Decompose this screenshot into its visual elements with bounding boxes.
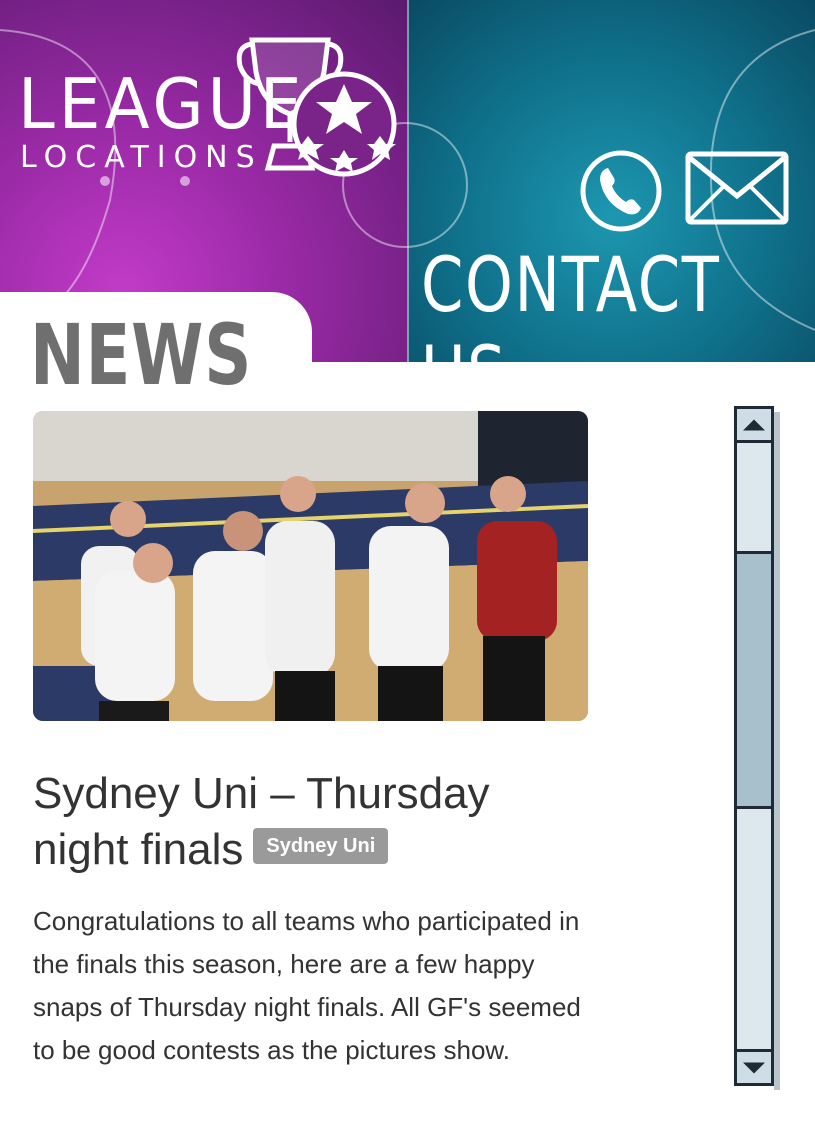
scrollbar[interactable] (734, 406, 774, 1086)
trophy-ball-icon (236, 37, 397, 177)
mail-icon[interactable] (684, 150, 790, 226)
scrollbar-shadow (774, 412, 780, 1090)
section-title: NEWS (30, 306, 253, 404)
article-body: Congratulations to all teams who partici… (33, 906, 581, 1065)
scroll-up-button[interactable] (737, 409, 771, 443)
article-title[interactable]: Sydney Uni – Thursday night finals Sydney… (33, 766, 593, 878)
article-photo[interactable] (33, 411, 588, 721)
scroll-thumb[interactable] (737, 551, 771, 809)
scroll-down-button[interactable] (737, 1049, 771, 1083)
logo-locations-text[interactable]: LOCATIONS (20, 140, 263, 175)
phone-icon[interactable] (578, 148, 664, 234)
chevron-up-icon (743, 419, 765, 430)
category-tag[interactable]: Sydney Uni (253, 828, 389, 865)
contact-us-link[interactable]: CONTACT US (421, 240, 736, 418)
chevron-down-icon (743, 1062, 765, 1073)
